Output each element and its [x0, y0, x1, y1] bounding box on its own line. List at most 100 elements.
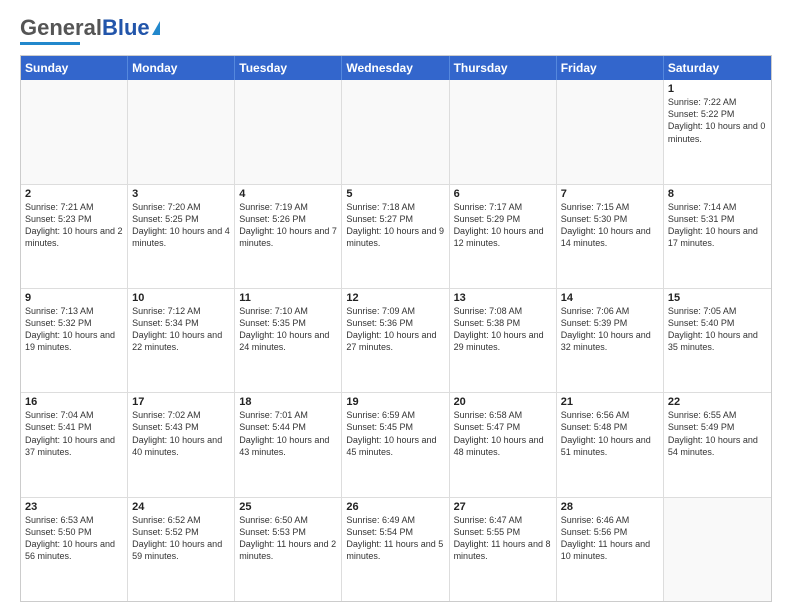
day-info: Sunrise: 7:10 AM Sunset: 5:35 PM Dayligh…	[239, 305, 337, 354]
day-number: 10	[132, 292, 230, 304]
day-info: Sunrise: 7:13 AM Sunset: 5:32 PM Dayligh…	[25, 305, 123, 354]
calendar-cell	[664, 498, 771, 601]
calendar-cell: 6Sunrise: 7:17 AM Sunset: 5:29 PM Daylig…	[450, 185, 557, 288]
day-info: Sunrise: 6:53 AM Sunset: 5:50 PM Dayligh…	[25, 514, 123, 563]
weekday-header-wednesday: Wednesday	[342, 56, 449, 80]
calendar: SundayMondayTuesdayWednesdayThursdayFrid…	[20, 55, 772, 602]
calendar-cell: 20Sunrise: 6:58 AM Sunset: 5:47 PM Dayli…	[450, 393, 557, 496]
calendar-cell: 18Sunrise: 7:01 AM Sunset: 5:44 PM Dayli…	[235, 393, 342, 496]
day-info: Sunrise: 7:19 AM Sunset: 5:26 PM Dayligh…	[239, 201, 337, 250]
calendar-cell: 26Sunrise: 6:49 AM Sunset: 5:54 PM Dayli…	[342, 498, 449, 601]
day-number: 25	[239, 501, 337, 513]
calendar-cell	[450, 80, 557, 183]
day-number: 3	[132, 188, 230, 200]
day-info: Sunrise: 7:18 AM Sunset: 5:27 PM Dayligh…	[346, 201, 444, 250]
calendar-cell	[557, 80, 664, 183]
day-number: 14	[561, 292, 659, 304]
day-number: 4	[239, 188, 337, 200]
day-info: Sunrise: 7:21 AM Sunset: 5:23 PM Dayligh…	[25, 201, 123, 250]
calendar-cell: 8Sunrise: 7:14 AM Sunset: 5:31 PM Daylig…	[664, 185, 771, 288]
day-number: 17	[132, 396, 230, 408]
calendar-cell: 21Sunrise: 6:56 AM Sunset: 5:48 PM Dayli…	[557, 393, 664, 496]
day-number: 5	[346, 188, 444, 200]
header: GeneralBlue	[20, 16, 772, 45]
calendar-cell: 2Sunrise: 7:21 AM Sunset: 5:23 PM Daylig…	[21, 185, 128, 288]
day-number: 18	[239, 396, 337, 408]
day-number: 13	[454, 292, 552, 304]
calendar-cell: 25Sunrise: 6:50 AM Sunset: 5:53 PM Dayli…	[235, 498, 342, 601]
calendar-row-3: 9Sunrise: 7:13 AM Sunset: 5:32 PM Daylig…	[21, 289, 771, 393]
day-info: Sunrise: 7:15 AM Sunset: 5:30 PM Dayligh…	[561, 201, 659, 250]
calendar-row-1: 1Sunrise: 7:22 AM Sunset: 5:22 PM Daylig…	[21, 80, 771, 184]
calendar-cell: 5Sunrise: 7:18 AM Sunset: 5:27 PM Daylig…	[342, 185, 449, 288]
calendar-cell: 3Sunrise: 7:20 AM Sunset: 5:25 PM Daylig…	[128, 185, 235, 288]
day-info: Sunrise: 6:47 AM Sunset: 5:55 PM Dayligh…	[454, 514, 552, 563]
day-info: Sunrise: 6:59 AM Sunset: 5:45 PM Dayligh…	[346, 409, 444, 458]
day-info: Sunrise: 6:52 AM Sunset: 5:52 PM Dayligh…	[132, 514, 230, 563]
day-number: 15	[668, 292, 767, 304]
weekday-header-tuesday: Tuesday	[235, 56, 342, 80]
day-info: Sunrise: 7:20 AM Sunset: 5:25 PM Dayligh…	[132, 201, 230, 250]
calendar-cell: 10Sunrise: 7:12 AM Sunset: 5:34 PM Dayli…	[128, 289, 235, 392]
calendar-row-2: 2Sunrise: 7:21 AM Sunset: 5:23 PM Daylig…	[21, 185, 771, 289]
day-info: Sunrise: 7:12 AM Sunset: 5:34 PM Dayligh…	[132, 305, 230, 354]
calendar-cell	[21, 80, 128, 183]
day-info: Sunrise: 7:22 AM Sunset: 5:22 PM Dayligh…	[668, 96, 767, 145]
calendar-row-5: 23Sunrise: 6:53 AM Sunset: 5:50 PM Dayli…	[21, 498, 771, 601]
day-info: Sunrise: 6:46 AM Sunset: 5:56 PM Dayligh…	[561, 514, 659, 563]
day-number: 24	[132, 501, 230, 513]
day-info: Sunrise: 6:55 AM Sunset: 5:49 PM Dayligh…	[668, 409, 767, 458]
weekday-header-monday: Monday	[128, 56, 235, 80]
day-number: 11	[239, 292, 337, 304]
calendar-cell: 22Sunrise: 6:55 AM Sunset: 5:49 PM Dayli…	[664, 393, 771, 496]
calendar-cell: 9Sunrise: 7:13 AM Sunset: 5:32 PM Daylig…	[21, 289, 128, 392]
weekday-header-thursday: Thursday	[450, 56, 557, 80]
day-number: 16	[25, 396, 123, 408]
day-info: Sunrise: 6:50 AM Sunset: 5:53 PM Dayligh…	[239, 514, 337, 563]
calendar-cell: 27Sunrise: 6:47 AM Sunset: 5:55 PM Dayli…	[450, 498, 557, 601]
calendar-cell: 1Sunrise: 7:22 AM Sunset: 5:22 PM Daylig…	[664, 80, 771, 183]
day-info: Sunrise: 7:05 AM Sunset: 5:40 PM Dayligh…	[668, 305, 767, 354]
day-number: 19	[346, 396, 444, 408]
day-number: 9	[25, 292, 123, 304]
day-info: Sunrise: 6:56 AM Sunset: 5:48 PM Dayligh…	[561, 409, 659, 458]
calendar-cell: 13Sunrise: 7:08 AM Sunset: 5:38 PM Dayli…	[450, 289, 557, 392]
logo-blue: Blue	[102, 15, 150, 40]
calendar-cell: 12Sunrise: 7:09 AM Sunset: 5:36 PM Dayli…	[342, 289, 449, 392]
calendar-cell: 11Sunrise: 7:10 AM Sunset: 5:35 PM Dayli…	[235, 289, 342, 392]
day-info: Sunrise: 7:06 AM Sunset: 5:39 PM Dayligh…	[561, 305, 659, 354]
calendar-cell: 4Sunrise: 7:19 AM Sunset: 5:26 PM Daylig…	[235, 185, 342, 288]
calendar-cell	[128, 80, 235, 183]
calendar-cell	[342, 80, 449, 183]
calendar-cell: 28Sunrise: 6:46 AM Sunset: 5:56 PM Dayli…	[557, 498, 664, 601]
day-info: Sunrise: 7:09 AM Sunset: 5:36 PM Dayligh…	[346, 305, 444, 354]
day-info: Sunrise: 7:02 AM Sunset: 5:43 PM Dayligh…	[132, 409, 230, 458]
day-info: Sunrise: 6:58 AM Sunset: 5:47 PM Dayligh…	[454, 409, 552, 458]
calendar-header: SundayMondayTuesdayWednesdayThursdayFrid…	[21, 56, 771, 80]
day-number: 6	[454, 188, 552, 200]
weekday-header-saturday: Saturday	[664, 56, 771, 80]
calendar-cell: 16Sunrise: 7:04 AM Sunset: 5:41 PM Dayli…	[21, 393, 128, 496]
day-info: Sunrise: 6:49 AM Sunset: 5:54 PM Dayligh…	[346, 514, 444, 563]
weekday-header-sunday: Sunday	[21, 56, 128, 80]
day-number: 26	[346, 501, 444, 513]
day-number: 27	[454, 501, 552, 513]
day-info: Sunrise: 7:17 AM Sunset: 5:29 PM Dayligh…	[454, 201, 552, 250]
day-number: 7	[561, 188, 659, 200]
calendar-cell: 24Sunrise: 6:52 AM Sunset: 5:52 PM Dayli…	[128, 498, 235, 601]
day-number: 1	[668, 83, 767, 95]
calendar-row-4: 16Sunrise: 7:04 AM Sunset: 5:41 PM Dayli…	[21, 393, 771, 497]
day-number: 23	[25, 501, 123, 513]
day-number: 2	[25, 188, 123, 200]
calendar-cell: 14Sunrise: 7:06 AM Sunset: 5:39 PM Dayli…	[557, 289, 664, 392]
day-info: Sunrise: 7:14 AM Sunset: 5:31 PM Dayligh…	[668, 201, 767, 250]
day-number: 20	[454, 396, 552, 408]
logo-triangle-icon	[152, 21, 160, 35]
day-number: 28	[561, 501, 659, 513]
day-info: Sunrise: 7:08 AM Sunset: 5:38 PM Dayligh…	[454, 305, 552, 354]
weekday-header-friday: Friday	[557, 56, 664, 80]
logo-general: General	[20, 15, 102, 40]
day-info: Sunrise: 7:01 AM Sunset: 5:44 PM Dayligh…	[239, 409, 337, 458]
day-number: 21	[561, 396, 659, 408]
logo: GeneralBlue	[20, 16, 160, 45]
